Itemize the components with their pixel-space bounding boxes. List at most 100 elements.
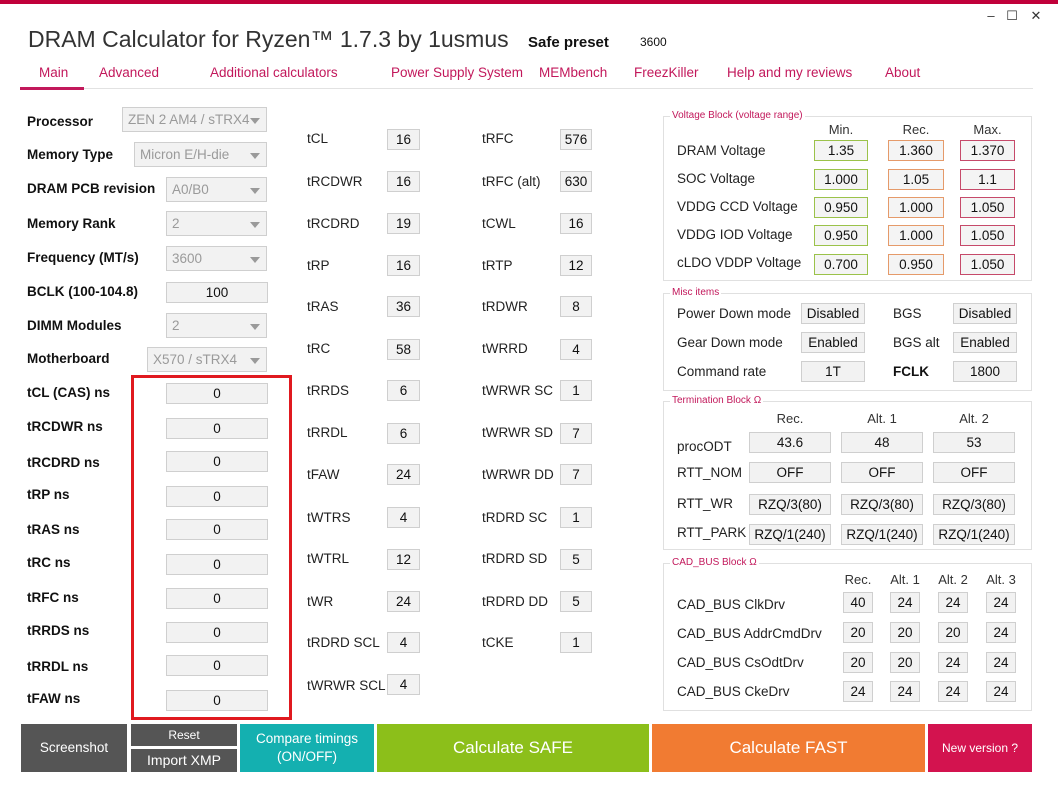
timing-value-twrwr-dd[interactable]: 7: [560, 464, 592, 485]
timing-value-trfc[interactable]: 576: [560, 129, 592, 150]
motherboard-select[interactable]: X570 / sTRX4: [147, 347, 267, 372]
voltage-max-cldo-vddp[interactable]: 1.050: [960, 254, 1015, 275]
timing-value-tfaw[interactable]: 24: [387, 464, 420, 485]
voltage-rec-cldo-vddp[interactable]: 0.950: [888, 254, 944, 275]
screenshot-button[interactable]: Screenshot: [21, 724, 127, 772]
clkdrv-alt3[interactable]: 24: [986, 592, 1016, 613]
addrcmddrv-alt1[interactable]: 20: [890, 622, 920, 643]
timing-value-twtrs[interactable]: 4: [387, 507, 420, 528]
voltage-min-vddg-ccd[interactable]: 0.950: [814, 197, 868, 218]
voltage-rec-vddg-iod[interactable]: 1.000: [888, 225, 944, 246]
calculate-safe-button[interactable]: Calculate SAFE: [377, 724, 649, 772]
csodtdrv-alt2[interactable]: 24: [938, 652, 968, 673]
clkdrv-rec[interactable]: 40: [843, 592, 873, 613]
rtt-nom-alt1[interactable]: OFF: [841, 462, 923, 483]
timing-value-trfc-alt[interactable]: 630: [560, 171, 592, 192]
timing-value-twrrd[interactable]: 4: [560, 339, 592, 360]
voltage-rec-soc[interactable]: 1.05: [888, 169, 944, 190]
rtt-nom-alt2[interactable]: OFF: [933, 462, 1015, 483]
addrcmddrv-rec[interactable]: 20: [843, 622, 873, 643]
csodtdrv-alt1[interactable]: 20: [890, 652, 920, 673]
timing-value-trp[interactable]: 16: [387, 255, 420, 276]
bgs-alt-value[interactable]: Enabled: [953, 332, 1017, 353]
timing-value-trdwr[interactable]: 8: [560, 296, 592, 317]
tab-help-reviews[interactable]: Help and my reviews: [727, 65, 852, 80]
timing-value-trc[interactable]: 58: [387, 339, 420, 360]
rtt-park-alt2[interactable]: RZQ/1(240): [933, 524, 1015, 545]
timing-value-trtp[interactable]: 12: [560, 255, 592, 276]
memory-type-select[interactable]: Micron E/H-die: [134, 142, 267, 167]
gear-down-value[interactable]: Enabled: [801, 332, 865, 353]
bgs-value[interactable]: Disabled: [953, 303, 1017, 324]
bclk-input[interactable]: 100: [166, 282, 268, 303]
timing-value-tras[interactable]: 36: [387, 296, 420, 317]
timing-value-trrdl[interactable]: 6: [387, 423, 420, 444]
timing-value-tcwl[interactable]: 16: [560, 213, 592, 234]
rtt-wr-alt2[interactable]: RZQ/3(80): [933, 494, 1015, 515]
ckedrv-alt3[interactable]: 24: [986, 681, 1016, 702]
timing-value-twrwr-sc[interactable]: 1: [560, 380, 592, 401]
maximize-icon[interactable]: ☐: [1004, 8, 1020, 24]
tab-about[interactable]: About: [885, 65, 920, 80]
timing-value-trdrd-scl[interactable]: 4: [387, 632, 420, 653]
timing-value-trrds[interactable]: 6: [387, 380, 420, 401]
fclk-value[interactable]: 1800: [953, 361, 1017, 382]
memory-rank-select[interactable]: 2: [166, 211, 267, 236]
frequency-select[interactable]: 3600: [166, 246, 267, 271]
rtt-park-alt1[interactable]: RZQ/1(240): [841, 524, 923, 545]
clkdrv-alt1[interactable]: 24: [890, 592, 920, 613]
voltage-max-soc[interactable]: 1.1: [960, 169, 1015, 190]
procodt-rec[interactable]: 43.6: [749, 432, 831, 453]
tab-advanced[interactable]: Advanced: [99, 65, 159, 80]
procodt-alt2[interactable]: 53: [933, 432, 1015, 453]
tab-additional-calculators[interactable]: Additional calculators: [210, 65, 338, 80]
rtt-wr-alt1[interactable]: RZQ/3(80): [841, 494, 923, 515]
power-down-value[interactable]: Disabled: [801, 303, 865, 324]
rtt-wr-rec[interactable]: RZQ/3(80): [749, 494, 831, 515]
compare-timings-button[interactable]: Compare timings (ON/OFF): [240, 724, 374, 772]
timing-value-trdrd-sd[interactable]: 5: [560, 549, 592, 570]
timing-value-twtrl[interactable]: 12: [387, 549, 420, 570]
rtt-nom-rec[interactable]: OFF: [749, 462, 831, 483]
addrcmddrv-alt3[interactable]: 24: [986, 622, 1016, 643]
voltage-max-dram[interactable]: 1.370: [960, 140, 1015, 161]
pcb-revision-select[interactable]: A0/B0: [166, 177, 267, 202]
voltage-rec-dram[interactable]: 1.360: [888, 140, 944, 161]
voltage-min-cldo-vddp[interactable]: 0.700: [814, 254, 868, 275]
voltage-rec-vddg-ccd[interactable]: 1.000: [888, 197, 944, 218]
processor-select[interactable]: ZEN 2 AM4 / sTRX4: [122, 107, 267, 132]
ckedrv-alt1[interactable]: 24: [890, 681, 920, 702]
voltage-min-dram[interactable]: 1.35: [814, 140, 868, 161]
voltage-max-vddg-iod[interactable]: 1.050: [960, 225, 1015, 246]
csodtdrv-rec[interactable]: 20: [843, 652, 873, 673]
voltage-max-vddg-ccd[interactable]: 1.050: [960, 197, 1015, 218]
voltage-min-soc[interactable]: 1.000: [814, 169, 868, 190]
tab-membench[interactable]: MEMbench: [539, 65, 607, 80]
timing-value-tcl[interactable]: 16: [387, 129, 420, 150]
rtt-park-rec[interactable]: RZQ/1(240): [749, 524, 831, 545]
timing-value-twrwr-scl[interactable]: 4: [387, 674, 420, 695]
command-rate-value[interactable]: 1T: [801, 361, 865, 382]
procodt-alt1[interactable]: 48: [841, 432, 923, 453]
dimm-modules-select[interactable]: 2: [166, 313, 267, 338]
tab-main[interactable]: Main: [39, 65, 68, 80]
timing-value-twrwr-sd[interactable]: 7: [560, 423, 592, 444]
new-version-button[interactable]: New version ?: [928, 724, 1032, 772]
minimize-icon[interactable]: –: [983, 8, 999, 23]
timing-value-twr[interactable]: 24: [387, 591, 420, 612]
ckedrv-rec[interactable]: 24: [843, 681, 873, 702]
timing-value-tcke[interactable]: 1: [560, 632, 592, 653]
tab-freezkiller[interactable]: FreezKiller: [634, 65, 699, 80]
csodtdrv-alt3[interactable]: 24: [986, 652, 1016, 673]
timing-value-trcdwr[interactable]: 16: [387, 171, 420, 192]
reset-button[interactable]: Reset: [131, 724, 237, 746]
addrcmddrv-alt2[interactable]: 20: [938, 622, 968, 643]
clkdrv-alt2[interactable]: 24: [938, 592, 968, 613]
close-icon[interactable]: ✕: [1028, 8, 1044, 24]
import-xmp-button[interactable]: Import XMP: [131, 749, 237, 772]
timing-value-trcdrd[interactable]: 19: [387, 213, 420, 234]
calculate-fast-button[interactable]: Calculate FAST: [652, 724, 925, 772]
tab-power-supply-system[interactable]: Power Supply System: [391, 65, 523, 80]
voltage-min-vddg-iod[interactable]: 0.950: [814, 225, 868, 246]
timing-value-trdrd-dd[interactable]: 5: [560, 591, 592, 612]
